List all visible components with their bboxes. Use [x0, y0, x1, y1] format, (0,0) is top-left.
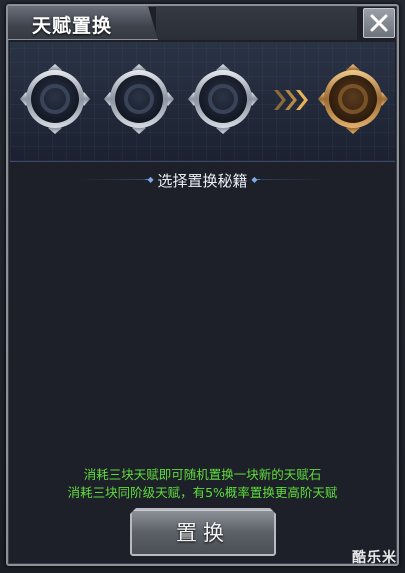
game-frame: 天赋置换 ◆ 选择置换秘籍 ◆ 消耗三块天赋即可随机置换一块新的天赋石 消耗三块… [0, 0, 405, 573]
talent-slot-1[interactable] [18, 62, 92, 136]
close-icon [370, 14, 388, 32]
gold-slot-ring-icon [318, 64, 388, 134]
talent-slot-2[interactable] [102, 62, 176, 136]
talent-swap-panel: 天赋置换 ◆ 选择置换秘籍 ◆ 消耗三块天赋即可随机置换一块新的天赋石 消耗三块… [6, 4, 399, 566]
watermark: 酷乐米 [352, 550, 397, 566]
close-button[interactable] [363, 8, 395, 38]
info-line-2: 消耗三块同阶级天赋，有5%概率置换更高阶天赋 [67, 485, 338, 500]
result-slot [316, 62, 390, 136]
info-text: 消耗三块天赋即可随机置换一块新的天赋石 消耗三块同阶级天赋，有5%概率置换更高阶… [10, 466, 395, 502]
window-title: 天赋置换 [32, 15, 113, 37]
title-bar [156, 6, 357, 40]
swap-button[interactable]: 置换 [130, 508, 276, 556]
slot-row [10, 42, 395, 162]
title-tab: 天赋置换 [8, 6, 158, 40]
silver-slot-ring-icon [104, 64, 174, 134]
secret-book-list[interactable] [10, 196, 395, 464]
silver-slot-ring-icon [20, 64, 90, 134]
talent-slot-3[interactable] [186, 62, 260, 136]
info-line-1: 消耗三块天赋即可随机置换一块新的天赋石 [83, 467, 322, 482]
silver-slot-ring-icon [188, 64, 258, 134]
triple-arrow-icon [274, 90, 308, 110]
select-secret-book-label: 选择置换秘籍 [147, 169, 258, 191]
select-header: 选择置换秘籍 [10, 166, 395, 194]
swap-button-label: 置换 [176, 521, 230, 545]
